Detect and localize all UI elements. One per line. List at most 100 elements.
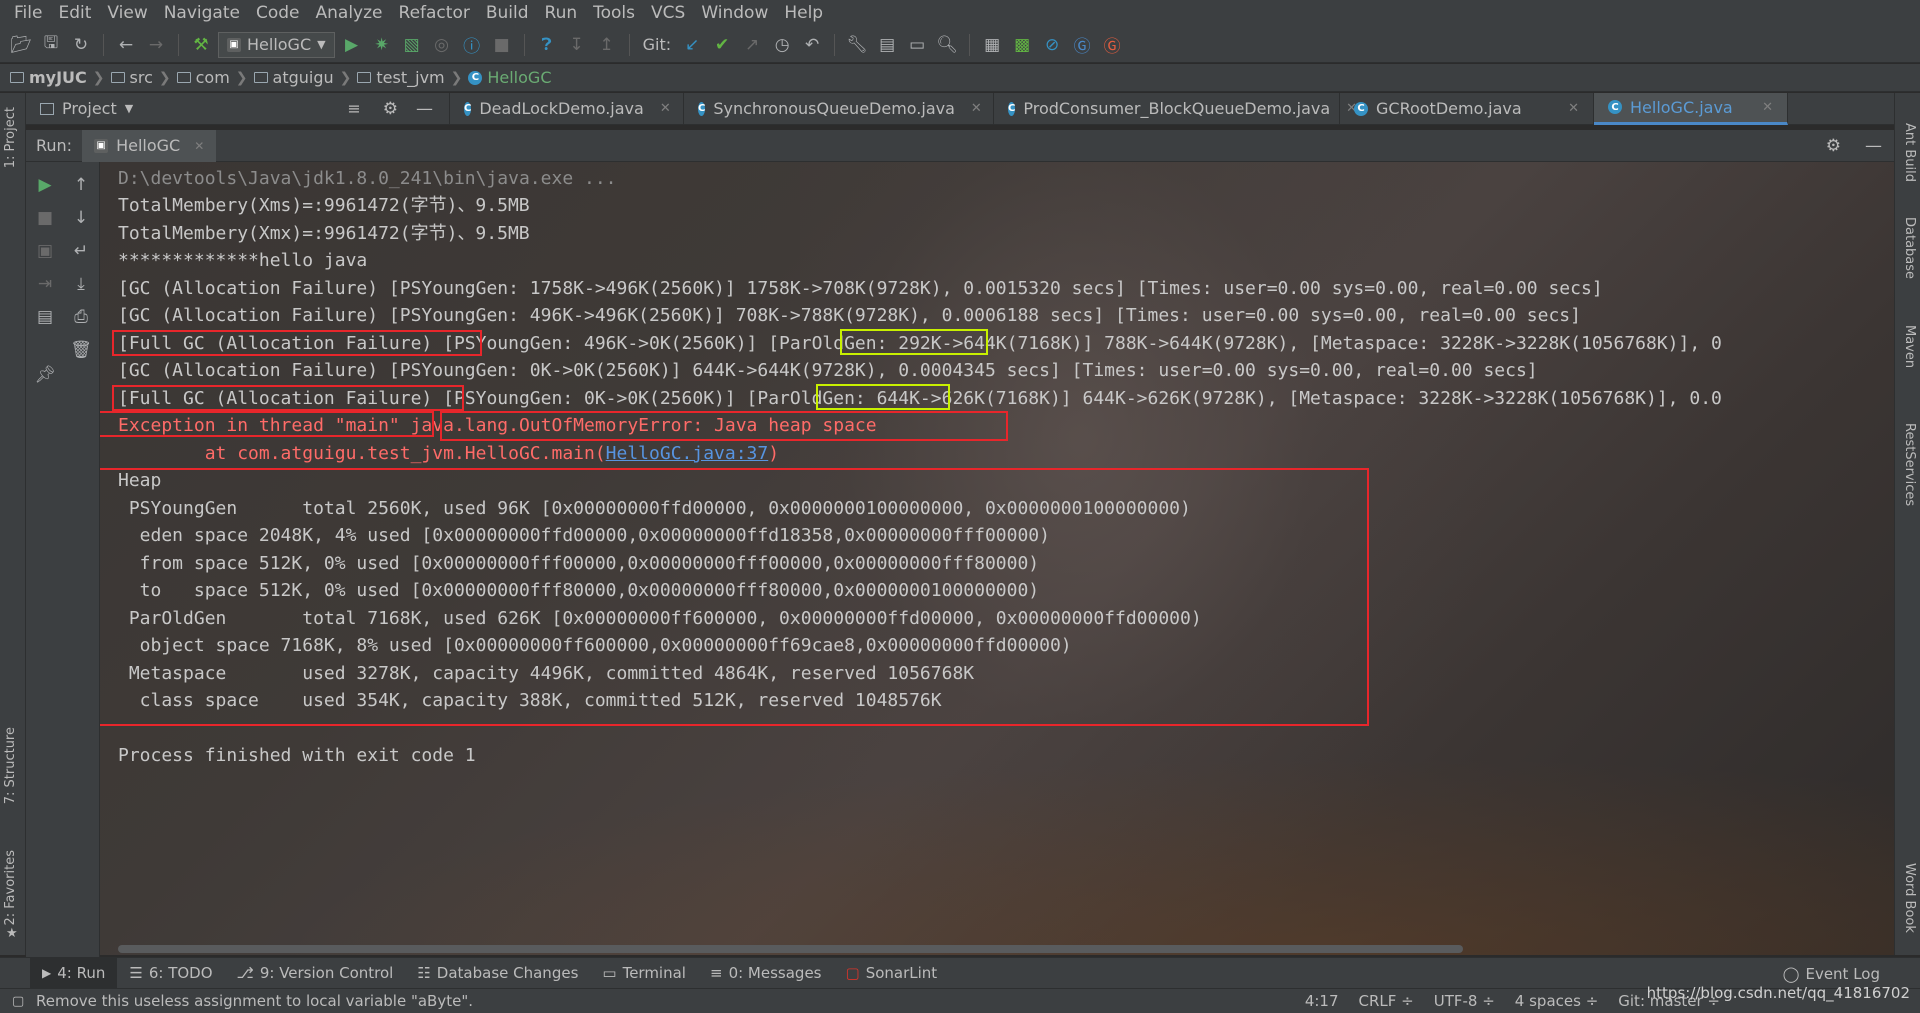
- tool-window-project[interactable]: 1: Project: [3, 107, 18, 168]
- breadcrumb-atguigu[interactable]: atguigu: [253, 68, 334, 87]
- source-link[interactable]: HelloGC.java:37: [606, 443, 769, 464]
- tool-window-database[interactable]: Database: [1902, 217, 1917, 279]
- menu-navigate[interactable]: Navigate: [156, 0, 248, 27]
- bottom-tab-version-control[interactable]: ⎇ 9: Version Control: [225, 958, 406, 989]
- tool-window-favorites[interactable]: 2: Favorites: [3, 850, 18, 926]
- pin-icon[interactable]: 📌︎: [32, 362, 58, 388]
- breadcrumb-hellogc[interactable]: C HelloGC: [468, 68, 551, 87]
- search-icon[interactable]: 🔍︎: [934, 32, 960, 58]
- sync-icon[interactable]: ↻: [68, 32, 94, 58]
- collapse-all-icon[interactable]: ≡: [347, 99, 360, 118]
- git-commit-check-icon[interactable]: ✔: [709, 32, 735, 58]
- menu-refactor[interactable]: Refactor: [391, 0, 478, 27]
- tool-window-maven[interactable]: Maven: [1902, 325, 1917, 368]
- close-icon[interactable]: ✕: [971, 101, 982, 116]
- tool-window-word-book[interactable]: Word Book: [1902, 863, 1917, 933]
- search-help-icon[interactable]: ❓︎: [534, 32, 560, 58]
- monitor-chart-icon[interactable]: ▩: [1009, 32, 1035, 58]
- settings-wrench-icon[interactable]: 🔧︎: [844, 32, 870, 58]
- exit-icon[interactable]: ⇥: [32, 271, 58, 297]
- trash-icon[interactable]: 🗑︎: [68, 337, 94, 363]
- rerun-icon[interactable]: ▶: [32, 172, 58, 198]
- stop-icon[interactable]: ■: [32, 205, 58, 231]
- breadcrumb-src[interactable]: src: [110, 68, 153, 87]
- bottom-tab-database-changes[interactable]: ☷ Database Changes: [405, 958, 590, 989]
- tab-hellogc[interactable]: C HelloGC.java ✕: [1594, 92, 1788, 125]
- structure-diagram-icon[interactable]: ▦: [979, 32, 1005, 58]
- bottom-tab-sonarlint[interactable]: ▢ SonarLint: [834, 958, 950, 989]
- soft-wrap-icon[interactable]: ↵: [68, 238, 94, 264]
- scroll-down-icon[interactable]: ↓: [68, 205, 94, 231]
- git-update-icon[interactable]: ↙: [679, 32, 705, 58]
- menu-build[interactable]: Build: [478, 0, 537, 27]
- close-icon[interactable]: ✕: [660, 101, 671, 116]
- git-push-icon[interactable]: ↗: [739, 32, 765, 58]
- tab-prodconsumer-blockqueuedemo[interactable]: C ProdConsumer_BlockQueueDemo.java ✕: [994, 92, 1357, 125]
- menu-file[interactable]: File: [6, 0, 50, 27]
- tab-gcrootdemo[interactable]: C GCRootDemo.java ✕: [1340, 92, 1594, 125]
- run-configuration-selector[interactable]: ▣ HelloGC ▼: [218, 31, 335, 58]
- horizontal-scrollbar[interactable]: [118, 945, 1463, 953]
- gear-icon[interactable]: ⚙: [383, 99, 398, 119]
- terminal-window-icon[interactable]: ▭: [904, 32, 930, 58]
- tool-window-ant-build[interactable]: Ant Build: [1902, 123, 1917, 182]
- menu-analyze[interactable]: Analyze: [308, 0, 391, 27]
- stop-icon[interactable]: ■: [489, 32, 515, 58]
- history-clock-icon[interactable]: ◷: [769, 32, 795, 58]
- bottom-tab-messages[interactable]: ≡ 0: Messages: [698, 958, 834, 989]
- breadcrumb-com[interactable]: com: [176, 68, 230, 87]
- menu-run[interactable]: Run: [537, 0, 586, 27]
- menu-edit[interactable]: Edit: [50, 0, 99, 27]
- menu-help[interactable]: Help: [776, 0, 831, 27]
- translate-google-icon[interactable]: Ⓖ: [1069, 32, 1095, 58]
- indent-setting[interactable]: 4 spaces ÷: [1505, 992, 1608, 1010]
- tool-window-restservices[interactable]: RestServices: [1902, 423, 1917, 506]
- close-icon[interactable]: ✕: [1568, 101, 1579, 116]
- profile-icon[interactable]: ◎: [429, 32, 455, 58]
- project-structure-icon[interactable]: ▤: [874, 32, 900, 58]
- disable-circle-icon[interactable]: ⊘: [1039, 32, 1065, 58]
- tab-synchronousqueuedemo[interactable]: C SynchronousQueueDemo.java ✕: [684, 92, 994, 125]
- save-all-icon[interactable]: 🖫︎: [38, 32, 64, 58]
- menu-code[interactable]: Code: [248, 0, 308, 27]
- minimize-icon[interactable]: —: [416, 99, 433, 119]
- menu-view[interactable]: View: [99, 0, 155, 27]
- close-icon[interactable]: ✕: [1762, 100, 1773, 115]
- help-circle-icon[interactable]: ⓘ: [459, 32, 485, 58]
- console-output[interactable]: D:\devtools\Java\jdk1.8.0_241\bin\java.e…: [100, 162, 1894, 955]
- menu-vcs[interactable]: VCS: [643, 0, 693, 27]
- print-icon[interactable]: ⎙: [68, 304, 94, 330]
- forward-arrow-icon[interactable]: →: [143, 32, 169, 58]
- bottom-tab-todo[interactable]: ☰ 6: TODO: [117, 958, 224, 989]
- menu-window[interactable]: Window: [693, 0, 776, 27]
- vcs-commit-icon[interactable]: ↥: [594, 32, 620, 58]
- tool-window-structure[interactable]: 7: Structure: [3, 727, 18, 804]
- run-tab-hellogc[interactable]: ▣ HelloGC ✕: [82, 129, 217, 162]
- vcs-update-icon[interactable]: ↧: [564, 32, 590, 58]
- status-icon[interactable]: ▢: [12, 994, 24, 1009]
- build-hammer-icon[interactable]: ⚒: [188, 32, 214, 58]
- back-arrow-icon[interactable]: ←: [113, 32, 139, 58]
- scroll-up-icon[interactable]: ↑: [68, 172, 94, 198]
- breadcrumb-project[interactable]: myJUC: [10, 68, 87, 87]
- line-separator[interactable]: CRLF ÷: [1349, 992, 1424, 1010]
- caret-position[interactable]: 4:17: [1295, 992, 1349, 1010]
- run-icon[interactable]: ▶: [339, 32, 365, 58]
- run-with-coverage-icon[interactable]: ▧: [399, 32, 425, 58]
- tab-deadlockdemo[interactable]: C DeadLockDemo.java ✕: [450, 92, 684, 125]
- dump-threads-camera-icon[interactable]: ▣: [32, 238, 58, 264]
- gear-icon[interactable]: ⚙: [1826, 136, 1841, 156]
- project-pane-title[interactable]: Project: [62, 99, 117, 118]
- translate-alt-icon[interactable]: Ⓖ: [1099, 32, 1125, 58]
- close-icon[interactable]: ✕: [194, 139, 204, 153]
- minimize-icon[interactable]: —: [1865, 136, 1882, 156]
- menu-tools[interactable]: Tools: [585, 0, 643, 27]
- open-folder-icon[interactable]: 📂︎: [8, 32, 34, 58]
- chevron-down-icon[interactable]: ▼: [125, 102, 133, 115]
- scroll-to-end-icon[interactable]: ⤓: [68, 271, 94, 297]
- bottom-tab-terminal[interactable]: ▭ Terminal: [590, 958, 698, 989]
- breadcrumb-test-jvm[interactable]: test_jvm: [357, 68, 445, 87]
- debug-bug-icon[interactable]: ✷: [369, 32, 395, 58]
- rollback-icon[interactable]: ↶: [799, 32, 825, 58]
- bottom-tab-run[interactable]: ▶ 4: Run: [30, 957, 118, 989]
